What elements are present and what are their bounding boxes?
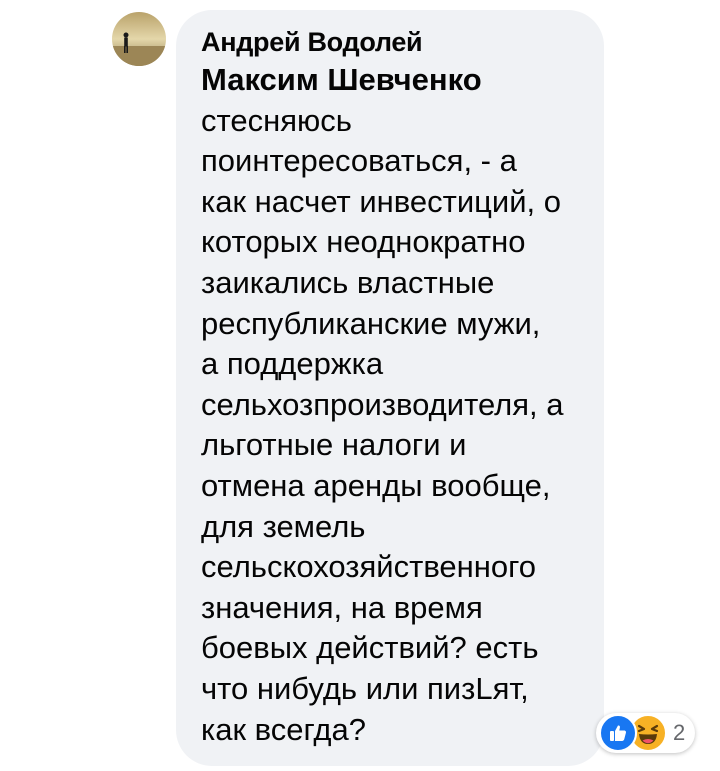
mention-link[interactable]: Максим Шевченко [201,60,584,101]
like-icon [599,714,637,752]
avatar[interactable] [112,12,166,66]
reactions-summary[interactable]: 2 [596,713,696,753]
avatar-image [112,12,166,66]
comment-body: Максим Шевченко стесняюсь поинтересоватьс… [201,60,584,750]
reaction-count: 2 [673,720,686,745]
comment-bubble: Андрей Водолей Максим Шевченко стесняюсь … [176,10,604,766]
comment-text: стесняюсь поинтересоваться, - а как насч… [201,102,564,747]
comment-author[interactable]: Андрей Водолей [201,24,584,60]
